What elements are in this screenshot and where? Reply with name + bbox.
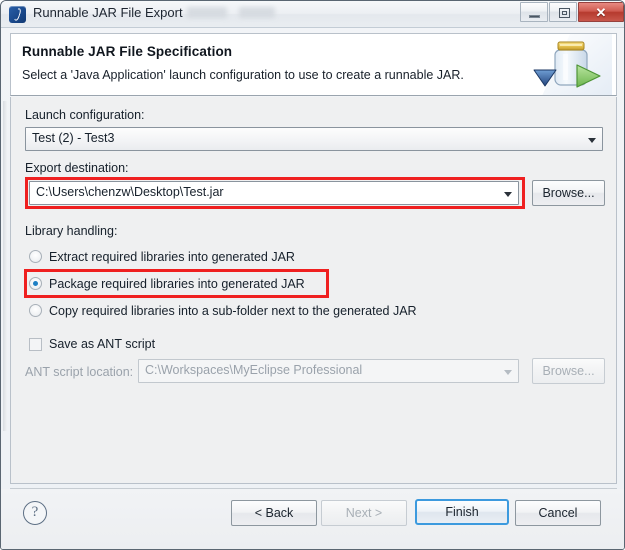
save-as-ant-script-checkbox[interactable]: Save as ANT script [29, 335, 155, 353]
window-title: Runnable JAR File Export [33, 5, 183, 20]
radio-icon-selected [29, 277, 42, 290]
wizard-header: Runnable JAR File Specification Select a… [10, 33, 617, 96]
title-blurred-text-1 [187, 7, 227, 18]
help-icon[interactable]: ? [23, 501, 47, 525]
radio-icon [29, 304, 42, 317]
save-as-ant-script-label: Save as ANT script [49, 337, 156, 351]
minimize-button[interactable] [520, 2, 548, 22]
library-handling-option-copy[interactable]: Copy required libraries into a sub-folde… [29, 301, 417, 320]
back-button[interactable]: < Back [231, 500, 317, 526]
minimize-icon [529, 15, 540, 18]
library-handling-option-extract[interactable]: Extract required libraries into generate… [29, 247, 295, 266]
library-handling-option-package-label: Package required libraries into generate… [49, 276, 305, 291]
chevron-down-icon [504, 192, 512, 197]
radio-icon [29, 250, 42, 263]
runnable-jar-export-dialog: Runnable JAR File Export ✕ Runnable JAR … [0, 0, 625, 550]
page-title: Runnable JAR File Specification [22, 44, 233, 59]
title-bar: Runnable JAR File Export ✕ [1, 1, 624, 28]
finish-button[interactable]: Finish [415, 499, 509, 525]
ant-script-location-label: ANT script location: [25, 365, 134, 379]
title-blurred-text-2 [239, 7, 275, 18]
eclipse-jar-icon [9, 6, 26, 23]
ant-script-browse-button: Browse... [532, 358, 605, 384]
launch-configuration-combo[interactable]: Test (2) - Test3 [25, 127, 603, 151]
maximize-icon [559, 8, 570, 18]
library-handling-option-package[interactable]: Package required libraries into generate… [29, 274, 305, 293]
window-controls: ✕ [520, 2, 624, 22]
close-icon: ✕ [595, 5, 607, 20]
wizard-body: Launch configuration: Test (2) - Test3 E… [10, 97, 617, 484]
cancel-button[interactable]: Cancel [515, 500, 601, 526]
checkbox-icon [29, 337, 42, 351]
library-handling-label: Library handling: [25, 224, 118, 238]
chevron-down-icon [588, 138, 596, 143]
maximize-button[interactable] [549, 2, 577, 22]
next-button: Next > [321, 500, 407, 526]
chevron-down-icon [504, 370, 512, 375]
library-handling-option-copy-label: Copy required libraries into a sub-folde… [49, 303, 417, 318]
close-button[interactable]: ✕ [578, 2, 624, 22]
library-handling-option-extract-label: Extract required libraries into generate… [49, 249, 295, 264]
launch-configuration-label: Launch configuration: [25, 108, 145, 122]
export-destination-label: Export destination: [25, 161, 129, 175]
window-edge-shadow [3, 101, 7, 431]
page-description: Select a 'Java Application' launch confi… [22, 68, 464, 82]
ant-script-location-value: C:\Workspaces\MyEclipse Professional [145, 363, 363, 377]
jar-export-icon [533, 34, 612, 95]
launch-configuration-value: Test (2) - Test3 [32, 131, 115, 145]
export-destination-browse-button[interactable]: Browse... [532, 180, 605, 206]
ant-script-location-combo: C:\Workspaces\MyEclipse Professional [138, 359, 519, 383]
export-destination-combo[interactable]: C:\Users\chenzw\Desktop\Test.jar [29, 181, 519, 205]
export-destination-value: C:\Users\chenzw\Desktop\Test.jar [36, 185, 224, 199]
